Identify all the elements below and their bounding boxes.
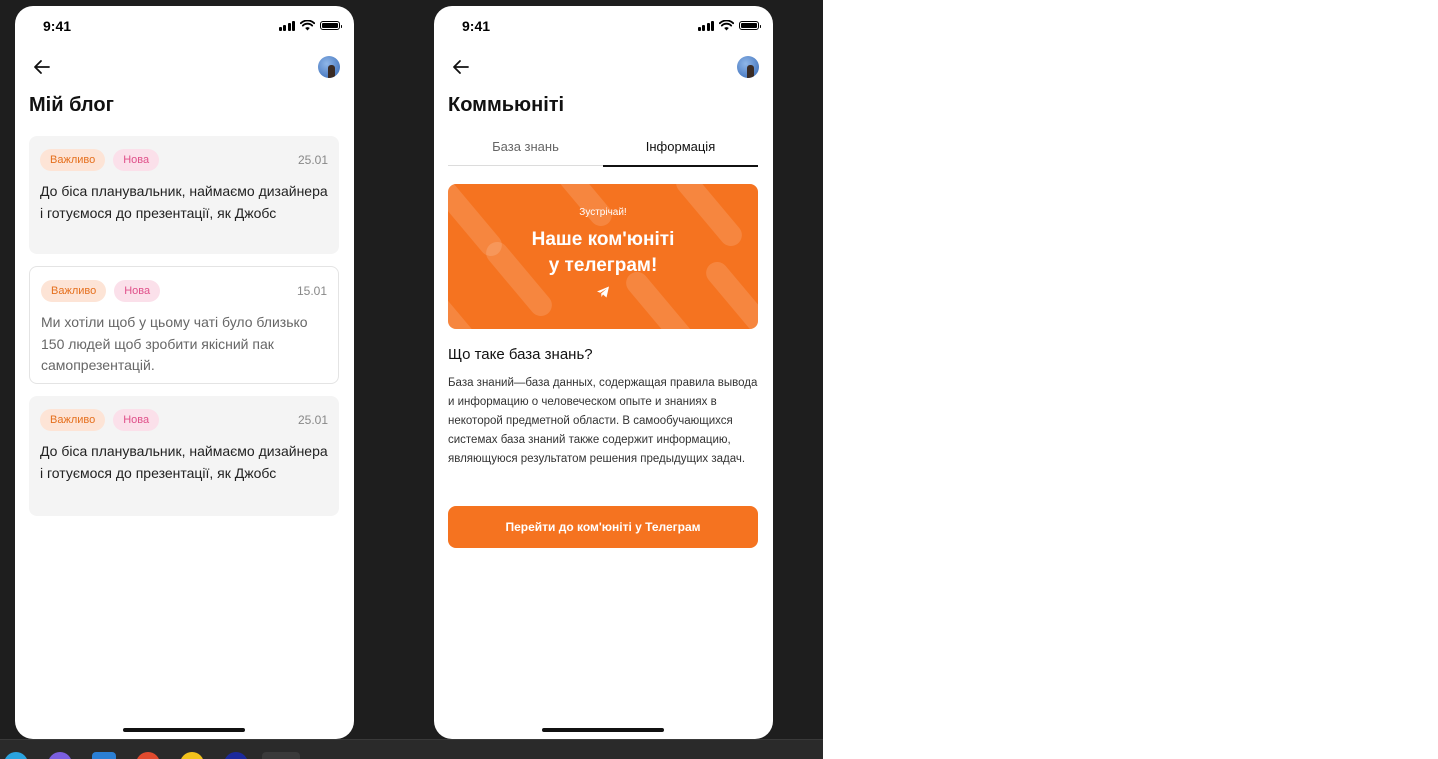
page-title: Коммьюніті	[448, 94, 565, 116]
post-text: Ми хотіли щоб у цьому чаті було близько …	[41, 314, 308, 374]
chrome-app-icon[interactable]	[136, 752, 160, 759]
wifi-icon	[300, 20, 315, 31]
cellular-signal-icon	[697, 20, 714, 31]
home-indicator[interactable]	[123, 728, 245, 732]
banner-title: Наше ком'юніті у телеграм!	[448, 227, 758, 279]
figma-app-icon[interactable]	[262, 752, 300, 759]
home-indicator[interactable]	[542, 728, 664, 732]
tab-information[interactable]: Інформація	[603, 134, 758, 167]
browser-app-icon[interactable]	[224, 752, 248, 759]
viber-app-icon[interactable]	[48, 752, 72, 759]
status-bar: 9:41	[15, 6, 354, 46]
post-date: 15.01	[296, 284, 327, 298]
phone-frame-community: 9:41 Коммьюніті База знань Інформація Зу…	[434, 6, 773, 739]
page-title: Мій блог	[29, 94, 114, 116]
blog-post-card[interactable]: Важливо Нова 25.01 До біса планувальник,…	[29, 396, 339, 516]
phone-frame-blog: 9:41 Мій блог Важливо Нова 25.01 До біса…	[15, 6, 354, 739]
tag-new: Нова	[113, 409, 160, 431]
wifi-icon	[719, 20, 734, 31]
section-title: Що таке база знань?	[448, 346, 593, 363]
telegram-plane-icon	[597, 286, 609, 298]
tag-important: Важливо	[40, 409, 106, 431]
tab-knowledge-base[interactable]: База знань	[448, 134, 603, 165]
design-canvas: 9:41 Мій блог Важливо Нова 25.01 До біса…	[0, 0, 823, 759]
status-icons	[697, 20, 761, 31]
post-date: 25.01	[297, 413, 328, 427]
vscode-app-icon[interactable]	[92, 752, 116, 759]
join-telegram-button[interactable]: Перейти до ком'юніті у Телеграм	[448, 506, 758, 548]
status-icons	[278, 20, 342, 31]
tag-new: Нова	[114, 280, 161, 302]
telegram-banner[interactable]: Зустрічай! Наше ком'юніті у телеграм!	[448, 184, 758, 329]
post-date: 25.01	[297, 153, 328, 167]
status-time: 9:41	[462, 18, 491, 34]
blog-post-card[interactable]: Важливо Нова 25.01 До біса планувальник,…	[29, 136, 339, 254]
back-arrow-icon[interactable]	[31, 56, 53, 78]
blog-post-card[interactable]: Важливо Нова 15.01 Ми хотіли щоб у цьому…	[29, 266, 339, 384]
post-text: До біса планувальник, наймаємо дизайнера…	[40, 183, 328, 221]
banner-title-line1: Наше ком'юніті	[531, 229, 675, 250]
avatar[interactable]	[318, 56, 340, 78]
back-arrow-icon[interactable]	[450, 56, 472, 78]
tab-bar: База знань Інформація	[448, 134, 758, 167]
warning-app-icon[interactable]	[180, 752, 204, 759]
post-text: До біса планувальник, наймаємо дизайнера…	[40, 443, 328, 481]
battery-icon	[739, 21, 761, 30]
post-tags: Важливо Нова	[40, 408, 328, 432]
tag-important: Важливо	[40, 149, 106, 171]
post-tags: Важливо Нова	[41, 279, 327, 303]
taskbar	[0, 739, 823, 759]
avatar[interactable]	[737, 56, 759, 78]
telegram-app-icon[interactable]	[4, 752, 28, 759]
status-bar: 9:41	[434, 6, 773, 46]
tag-new: Нова	[113, 149, 160, 171]
status-time: 9:41	[43, 18, 72, 34]
post-tags: Важливо Нова	[40, 148, 328, 172]
banner-title-line2: у телеграм!	[548, 255, 658, 276]
section-paragraph: База знаний—база данных, содержащая прав…	[448, 377, 758, 465]
nav-bar	[434, 54, 773, 80]
battery-icon	[320, 21, 342, 30]
cellular-signal-icon	[278, 20, 295, 31]
banner-pretitle: Зустрічай!	[579, 207, 627, 218]
nav-bar	[15, 54, 354, 80]
tag-important: Важливо	[41, 280, 107, 302]
